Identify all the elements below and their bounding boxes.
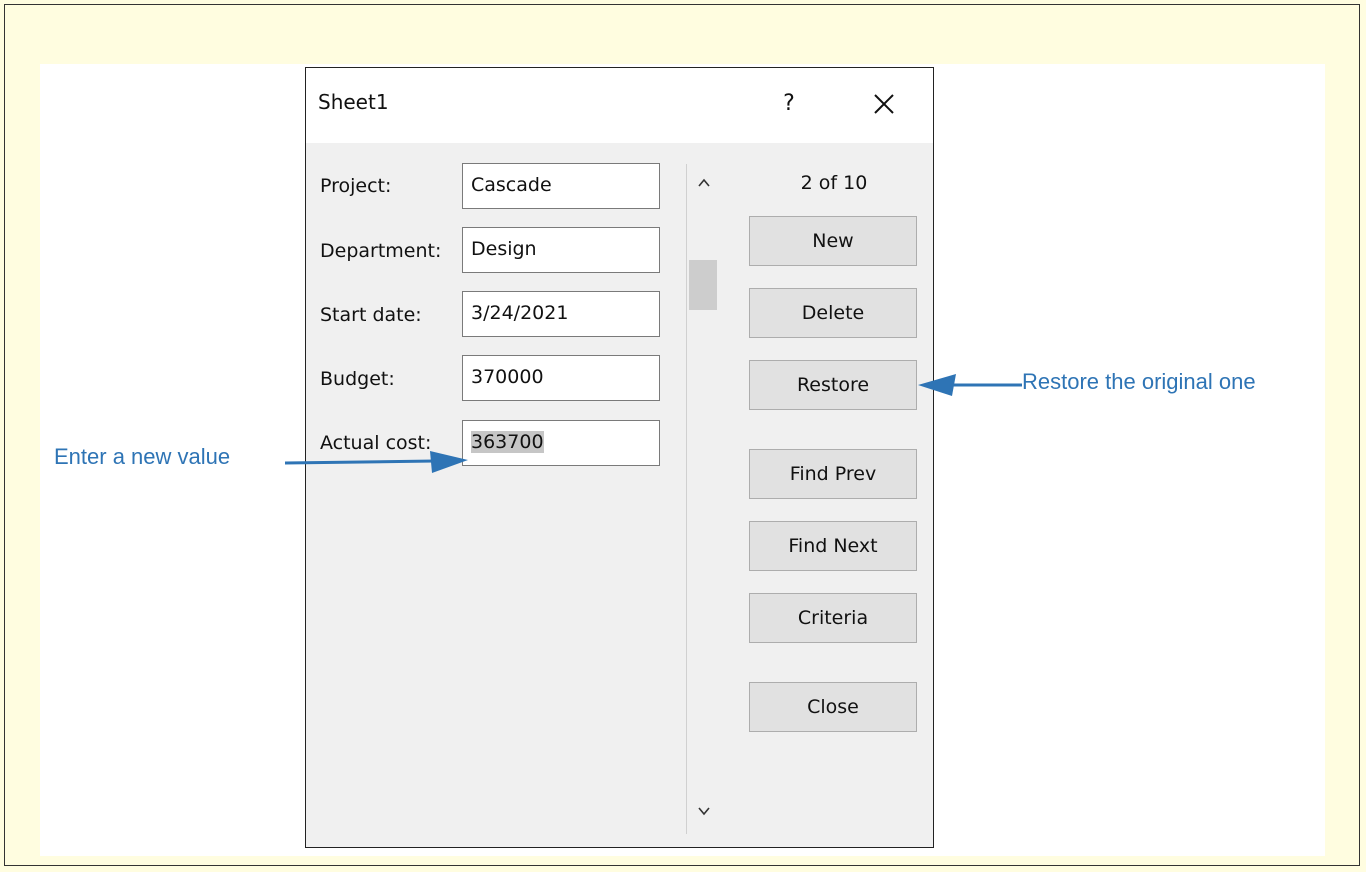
new-button[interactable]: New [749, 216, 917, 266]
annotation-restore-original: Restore the original one [1022, 369, 1256, 394]
actual-cost-selected-value: 363700 [471, 431, 544, 453]
department-label: Department: [320, 240, 442, 262]
help-button[interactable]: ? [774, 86, 804, 122]
chevron-up-icon[interactable] [695, 174, 713, 192]
arrow-left-icon [918, 374, 1022, 396]
annotation-enter-value: Enter a new value [54, 444, 231, 469]
delete-button[interactable]: Delete [749, 288, 917, 338]
record-scrollbar[interactable] [686, 164, 719, 834]
budget-input[interactable]: 370000 [462, 355, 660, 401]
chevron-down-icon[interactable] [695, 802, 713, 820]
restore-button[interactable]: Restore [749, 360, 917, 410]
start-date-input[interactable]: 3/24/2021 [462, 291, 660, 337]
close-icon[interactable] [866, 86, 902, 122]
budget-label: Budget: [320, 368, 395, 390]
department-input[interactable]: Design [462, 227, 660, 273]
dialog-title: Sheet1 [318, 90, 389, 114]
start-date-label: Start date: [320, 304, 422, 326]
arrow-right-icon [285, 451, 468, 473]
criteria-button[interactable]: Criteria [749, 593, 917, 643]
actual-cost-input[interactable]: 363700 [462, 420, 660, 466]
record-counter: 2 of 10 [800, 172, 868, 194]
scroll-thumb[interactable] [689, 260, 717, 310]
title-bar: Sheet1 ? [306, 68, 933, 143]
find-next-button[interactable]: Find Next [749, 521, 917, 571]
close-button[interactable]: Close [749, 682, 917, 732]
project-input[interactable]: Cascade [462, 163, 660, 209]
find-prev-button[interactable]: Find Prev [749, 449, 917, 499]
project-label: Project: [320, 175, 392, 197]
